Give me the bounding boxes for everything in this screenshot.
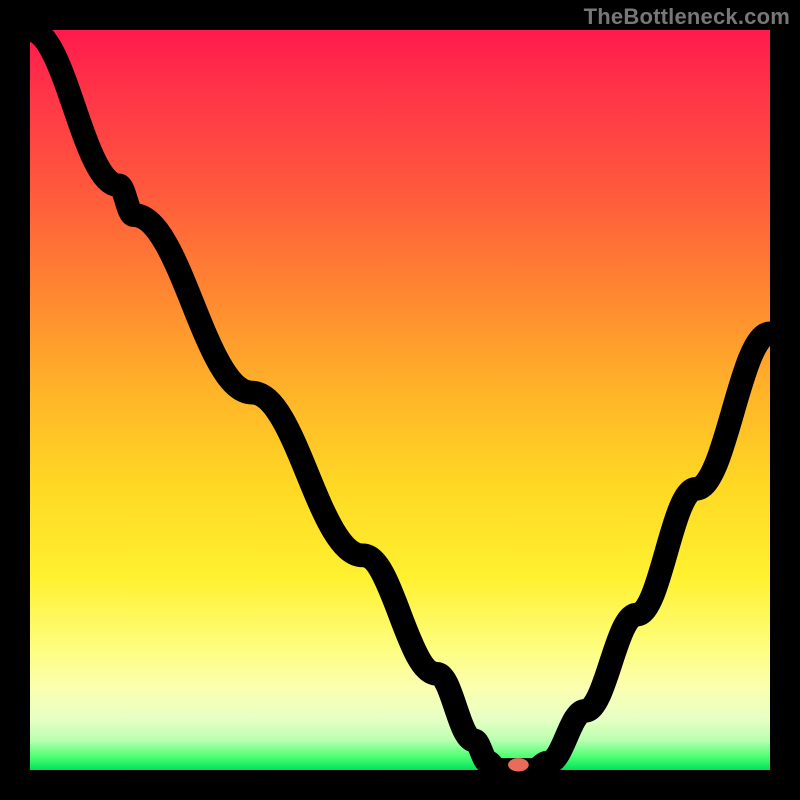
plot-area: [30, 30, 770, 770]
chart-frame: TheBottleneck.com: [0, 0, 800, 800]
watermark-text: TheBottleneck.com: [584, 4, 790, 30]
bottleneck-curve: [30, 30, 770, 770]
chart-svg: [30, 30, 770, 770]
optimal-marker: [508, 758, 529, 771]
